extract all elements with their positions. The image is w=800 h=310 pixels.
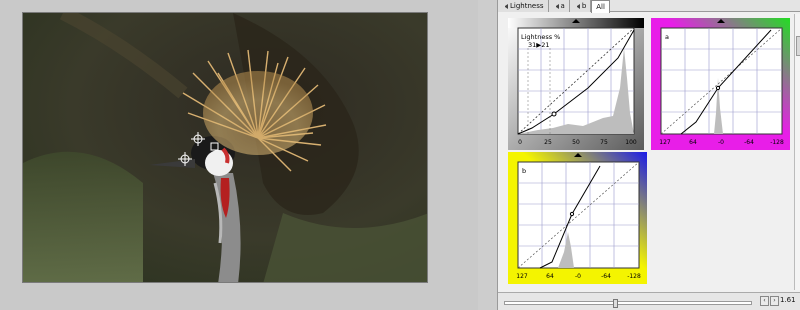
image-canvas-area [0, 0, 497, 310]
axis-label: 64 [546, 273, 554, 280]
tab-b[interactable]: b [569, 0, 592, 12]
panel-divider[interactable] [478, 0, 497, 310]
axis-label: 64 [689, 139, 697, 146]
axis-label: -128 [627, 273, 641, 280]
photo-image [23, 13, 427, 282]
zoom-bar: ‹ › 1.61 [498, 292, 800, 310]
curve-control-point[interactable] [551, 111, 557, 117]
axis-label: -0 [575, 273, 581, 280]
curve-control-point[interactable] [569, 211, 575, 217]
curve-icon [502, 3, 508, 9]
axis-label: -64 [601, 273, 611, 280]
axis-label: 25 [544, 139, 552, 146]
lightness-curve-panel[interactable]: Lightness % 31▶21 0 25 50 75 100 [508, 18, 644, 150]
axis-label: -64 [744, 139, 754, 146]
curve-icon [573, 3, 580, 9]
a-title: a [665, 33, 669, 41]
axis-label: 100 [625, 139, 637, 146]
axis-label: -128 [770, 139, 784, 146]
zoom-in-button[interactable]: › [770, 296, 779, 306]
curve-control-point[interactable] [715, 85, 721, 91]
axis-label: 127 [659, 139, 671, 146]
tab-a[interactable]: a [548, 0, 570, 12]
photo-crowned-crane[interactable] [22, 12, 428, 283]
scroll-thumb[interactable] [796, 36, 800, 56]
axis-label: 127 [516, 273, 528, 280]
axis-label: -0 [718, 139, 724, 146]
a-curve-panel[interactable]: a 127 64 -0 -64 -128 [651, 18, 790, 150]
tab-all[interactable]: All [591, 0, 610, 13]
zoom-value: 1.61 [780, 296, 796, 304]
zoom-out-button[interactable]: ‹ [760, 296, 769, 306]
curve-icon [552, 3, 559, 9]
zoom-slider[interactable] [504, 299, 752, 308]
zoom-slider-thumb[interactable] [613, 299, 618, 308]
axis-label: 75 [600, 139, 608, 146]
b-title: b [522, 167, 526, 175]
curves-panel: Lightness a b All Lightness % 31▶21 0 25… [497, 0, 800, 310]
b-curve-panel[interactable]: b 127 64 -0 -64 -128 [508, 152, 647, 284]
vertical-scrollbar[interactable] [794, 14, 800, 290]
tab-lightness[interactable]: Lightness [498, 0, 549, 12]
curves-tab-bar: Lightness a b All [498, 0, 800, 13]
lightness-readout: 31▶21 [528, 41, 550, 49]
lightness-title: Lightness % [521, 33, 560, 41]
axis-label: 50 [572, 139, 580, 146]
axis-label: 0 [518, 139, 522, 146]
